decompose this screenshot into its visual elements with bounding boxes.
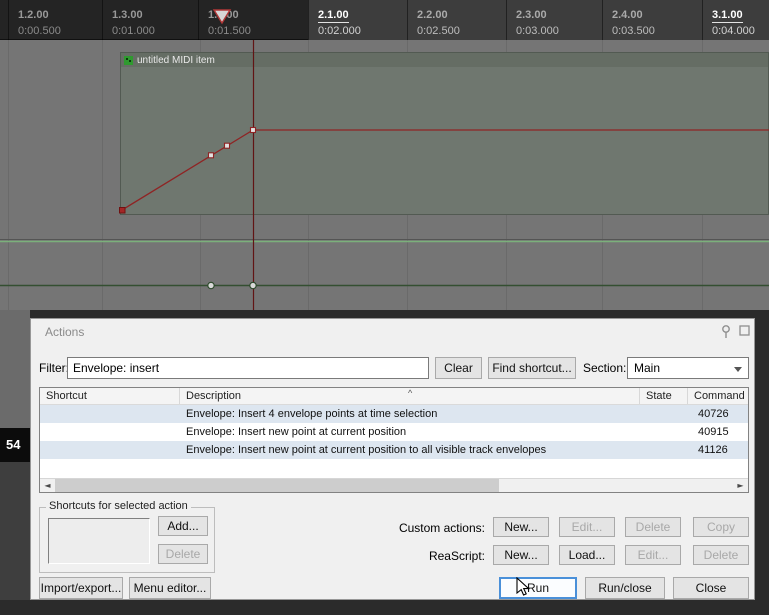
sort-ascending-icon: ^ [408, 388, 413, 398]
custom-actions-label: Custom actions: [398, 521, 485, 535]
run-close-button[interactable]: Run/close [585, 577, 665, 599]
grid-line [8, 40, 9, 310]
column-header-command-id[interactable]: Command ID [688, 388, 748, 404]
add-shortcut-button[interactable]: Add... [158, 516, 208, 536]
midi-item[interactable]: untitled MIDI item [120, 52, 769, 215]
find-shortcut-button[interactable]: Find shortcut... [488, 357, 576, 379]
scroll-right-icon[interactable]: ► [733, 479, 748, 492]
table-row[interactable]: Envelope: Insert 4 envelope points at ti… [40, 405, 748, 423]
delete-shortcut-button[interactable]: Delete [158, 544, 208, 564]
midi-item-title: untitled MIDI item [137, 54, 215, 66]
filter-label: Filter: [39, 361, 69, 375]
clear-button[interactable]: Clear [435, 357, 482, 379]
reascript-edit-button[interactable]: Edit... [625, 545, 681, 565]
table-header[interactable]: Shortcut Description State Command ID ^ [40, 388, 748, 405]
shortcuts-group: Shortcuts for selected action Add... Del… [39, 500, 215, 573]
scroll-left-icon[interactable]: ◄ [40, 479, 55, 492]
run-button[interactable]: Run [499, 577, 577, 599]
panel-strip [0, 462, 30, 600]
track-label: 54 [0, 428, 30, 462]
edit-cursor-marker[interactable] [0, 0, 769, 40]
table-row[interactable]: Envelope: Insert new point at current po… [40, 441, 748, 459]
menu-editor-button[interactable]: Menu editor... [129, 577, 211, 599]
window-menu-icon[interactable] [739, 325, 751, 337]
dialog-title: Actions [45, 325, 85, 339]
column-header-state[interactable]: State [640, 388, 688, 404]
arrange-view[interactable]: untitled MIDI item [0, 40, 769, 310]
custom-action-delete-button[interactable]: Delete [625, 517, 681, 537]
shortcuts-group-label: Shortcuts for selected action [46, 500, 191, 512]
reascript-delete-button[interactable]: Delete [693, 545, 749, 565]
filter-input[interactable] [67, 357, 429, 379]
custom-action-new-button[interactable]: New... [493, 517, 549, 537]
midi-item-icon [124, 55, 133, 65]
section-dropdown[interactable]: Main [627, 357, 749, 379]
actions-dialog: Actions Filter: Clear Find shortcut... S… [30, 318, 755, 600]
scrollbar-thumb[interactable] [55, 479, 499, 492]
column-header-shortcut[interactable]: Shortcut [40, 388, 180, 404]
horizontal-scrollbar[interactable]: ◄ ► [40, 478, 748, 492]
chevron-down-icon [734, 367, 742, 372]
table-row[interactable]: Envelope: Insert new point at current po… [40, 423, 748, 441]
grid-line [102, 40, 103, 310]
close-button[interactable]: Close [673, 577, 749, 599]
pin-icon[interactable] [719, 324, 733, 339]
custom-action-edit-button[interactable]: Edit... [559, 517, 615, 537]
action-list[interactable]: Shortcut Description State Command ID ^ … [39, 387, 749, 493]
reascript-new-button[interactable]: New... [493, 545, 549, 565]
track2-envelope-point[interactable] [249, 281, 257, 290]
track2-envelope-point[interactable] [207, 281, 215, 290]
track-panel-strip [0, 310, 30, 428]
shortcut-listbox[interactable] [48, 518, 150, 564]
custom-action-copy-button[interactable]: Copy [693, 517, 749, 537]
mouse-cursor [516, 577, 531, 596]
import-export-button[interactable]: Import/export... [39, 577, 123, 599]
midi-item-header[interactable]: untitled MIDI item [121, 53, 768, 67]
section-label: Section: [583, 361, 627, 375]
timeline-ruler[interactable]: 1.2.000:00.500 1.3.000:01.000 1.4.000:01… [0, 0, 769, 40]
section-value: Main [634, 361, 661, 375]
reascript-label: ReaScript: [428, 549, 485, 563]
reascript-load-button[interactable]: Load... [559, 545, 615, 565]
